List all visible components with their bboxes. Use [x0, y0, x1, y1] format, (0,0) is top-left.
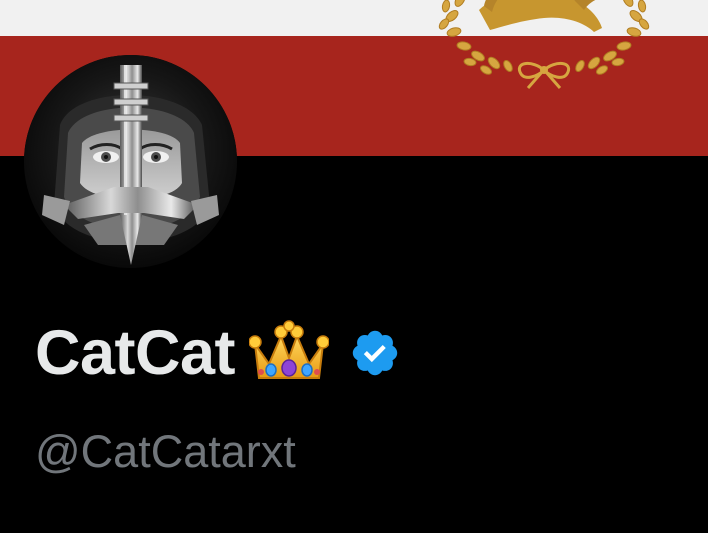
- profile-handle: @CatCatarxt: [35, 426, 296, 477]
- profile-avatar[interactable]: [24, 55, 237, 268]
- verified-badge-icon[interactable]: [349, 327, 401, 379]
- profile-header: CatCat @CatCatarxt: [0, 0, 708, 533]
- profile-name-row: CatCat: [35, 318, 401, 388]
- crown-icon: [249, 320, 330, 379]
- avatar-image: [24, 55, 237, 268]
- lion-and-sun-emblem-icon: [438, 0, 650, 89]
- profile-display-name: CatCat: [35, 318, 236, 388]
